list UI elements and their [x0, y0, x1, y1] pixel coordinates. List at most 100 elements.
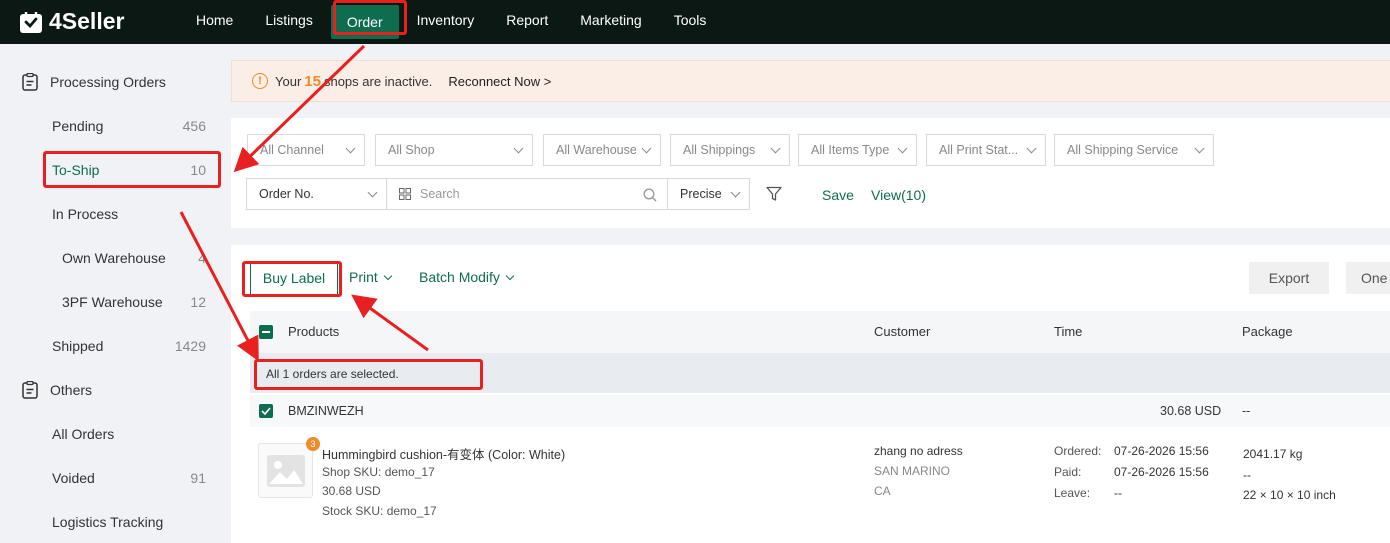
batch-modify-label: Batch Modify: [419, 269, 500, 285]
reconnect-link[interactable]: Reconnect Now >: [448, 74, 551, 89]
customer-country: SAN MARINO: [874, 464, 951, 478]
sidebar-group-others[interactable]: Others: [22, 381, 92, 399]
search-icon: [643, 188, 657, 202]
sidebar-group-label: Others: [50, 382, 93, 398]
one-click-button[interactable]: One: [1346, 262, 1390, 294]
banner-prefix: Your: [275, 73, 302, 89]
table-header: Products Customer Time Package: [250, 311, 1390, 353]
sidebar-item-count: 4: [198, 250, 206, 266]
chevron-down-icon: [383, 271, 392, 281]
sidebar-item-in-process[interactable]: In Process: [52, 202, 212, 226]
column-package: Package: [1242, 324, 1293, 339]
leave-label: Leave:: [1054, 486, 1091, 500]
product-name[interactable]: Hummingbird cushion-有变体 (Color: White): [322, 444, 565, 463]
view-link[interactable]: View(10): [871, 187, 926, 203]
check-icon: [261, 407, 271, 416]
package-weight: 2041.17 kg: [1243, 447, 1303, 461]
nav-report[interactable]: Report: [490, 0, 564, 44]
order-item-row: 3 Hummingbird cushion-有变体 (Color: White)…: [250, 428, 1390, 543]
order-id[interactable]: BMZINWEZH: [288, 404, 364, 418]
sidebar-item-all-orders[interactable]: All Orders: [52, 422, 212, 446]
order-header-row: BMZINWEZH 30.68 USD --: [250, 395, 1390, 427]
order-checkbox[interactable]: [259, 404, 273, 418]
warehouse-select[interactable]: All Warehouse: [543, 134, 661, 166]
select-value: All Warehouse: [556, 143, 637, 157]
select-value: All Print Stat...: [939, 143, 1019, 157]
product-image[interactable]: [258, 443, 313, 498]
sidebar-item-voided[interactable]: Voided 91: [52, 466, 212, 490]
clipboard-icon: [22, 73, 38, 91]
inactive-shops-banner: ! Your 15 shops are inactive. Reconnect …: [231, 60, 1390, 102]
select-value: Order No.: [259, 187, 314, 201]
select-value: All Shipping Service: [1067, 143, 1179, 157]
sidebar-item-label: In Process: [52, 206, 119, 222]
chevron-down-icon: [367, 187, 378, 197]
search-field-select[interactable]: Order No.: [246, 178, 387, 210]
sidebar-item-count: 1429: [174, 338, 206, 354]
select-value: All Shop: [388, 143, 435, 157]
customer-state: CA: [874, 484, 891, 498]
search-placeholder: Search: [420, 187, 460, 201]
nav-listings[interactable]: Listings: [249, 0, 328, 44]
save-view-link[interactable]: Save: [822, 187, 854, 203]
batch-modify-menu[interactable]: Batch Modify: [419, 269, 515, 285]
customer-name: zhang no adress: [874, 444, 963, 458]
annotation-box-selection: [254, 359, 483, 390]
search-input[interactable]: Search: [386, 178, 668, 210]
shipping-service-select[interactable]: All Shipping Service: [1054, 134, 1214, 166]
items-type-select[interactable]: All Items Type: [798, 134, 917, 166]
bag-icon: [20, 11, 42, 33]
sidebar-item-3pf-warehouse[interactable]: 3PF Warehouse 12: [62, 290, 212, 314]
sidebar-item-label: All Orders: [52, 426, 115, 442]
chevron-down-icon: [1026, 143, 1037, 153]
nav-marketing[interactable]: Marketing: [564, 0, 657, 44]
chevron-down-icon: [505, 271, 515, 281]
banner-count: 15: [304, 72, 321, 90]
clipboard-icon: [22, 381, 38, 399]
column-customer: Customer: [874, 324, 931, 339]
shop-sku: Shop SKU: demo_17: [322, 465, 435, 479]
leave-time: --: [1114, 486, 1122, 500]
print-menu[interactable]: Print: [349, 269, 392, 285]
sidebar-item-label: Voided: [52, 470, 95, 486]
top-navigation-bar: 4Seller Home Listings Order Inventory Re…: [0, 0, 1390, 44]
paid-label: Paid:: [1054, 465, 1082, 479]
nav-tools[interactable]: Tools: [658, 0, 723, 44]
nav-inventory[interactable]: Inventory: [401, 0, 491, 44]
sidebar-item-label: Logistics Tracking: [52, 514, 164, 530]
select-value: Precise: [680, 187, 722, 201]
sidebar-item-pending[interactable]: Pending 456: [52, 114, 212, 138]
package-info: --: [1243, 468, 1251, 482]
nav-home[interactable]: Home: [180, 0, 249, 44]
select-value: All Channel: [260, 143, 324, 157]
warning-icon: !: [252, 73, 268, 89]
sidebar-group-processing[interactable]: Processing Orders: [22, 73, 166, 91]
chevron-down-icon: [770, 143, 781, 153]
sidebar-item-logistics-tracking[interactable]: Logistics Tracking: [52, 510, 212, 534]
sidebar-item-count: 91: [190, 470, 206, 486]
sidebar-item-label: 3PF Warehouse: [62, 294, 163, 310]
filter-panel: All Channel All Shop All Warehouse All S…: [231, 118, 1390, 228]
indeterminate-icon: [262, 331, 270, 333]
orders-panel: Buy Label Print Batch Modify Export One …: [231, 245, 1390, 543]
product-price: 30.68 USD: [322, 484, 381, 498]
sidebar-item-own-warehouse[interactable]: Own Warehouse 4: [62, 246, 212, 270]
annotation-box-buy-label: [242, 261, 342, 297]
print-status-select[interactable]: All Print Stat...: [926, 134, 1046, 166]
order-package-summary: --: [1242, 404, 1251, 418]
select-all-checkbox[interactable]: [259, 325, 273, 339]
sidebar-item-label: Own Warehouse: [62, 250, 166, 266]
filter-icon[interactable]: [766, 186, 782, 202]
export-button[interactable]: Export: [1249, 262, 1329, 294]
channel-select[interactable]: All Channel: [247, 134, 365, 166]
sidebar-item-shipped[interactable]: Shipped 1429: [52, 334, 212, 358]
sidebar-item-label: Shipped: [52, 338, 104, 354]
brand-logo[interactable]: 4Seller: [18, 8, 124, 35]
shop-select[interactable]: All Shop: [375, 134, 533, 166]
grid-icon: [399, 188, 411, 200]
sidebar-group-label: Processing Orders: [50, 74, 166, 90]
match-mode-select[interactable]: Precise: [667, 178, 750, 210]
column-time: Time: [1054, 324, 1083, 339]
package-dimensions: 22 × 10 × 10 inch: [1243, 488, 1336, 502]
shippings-select[interactable]: All Shippings: [670, 134, 790, 166]
